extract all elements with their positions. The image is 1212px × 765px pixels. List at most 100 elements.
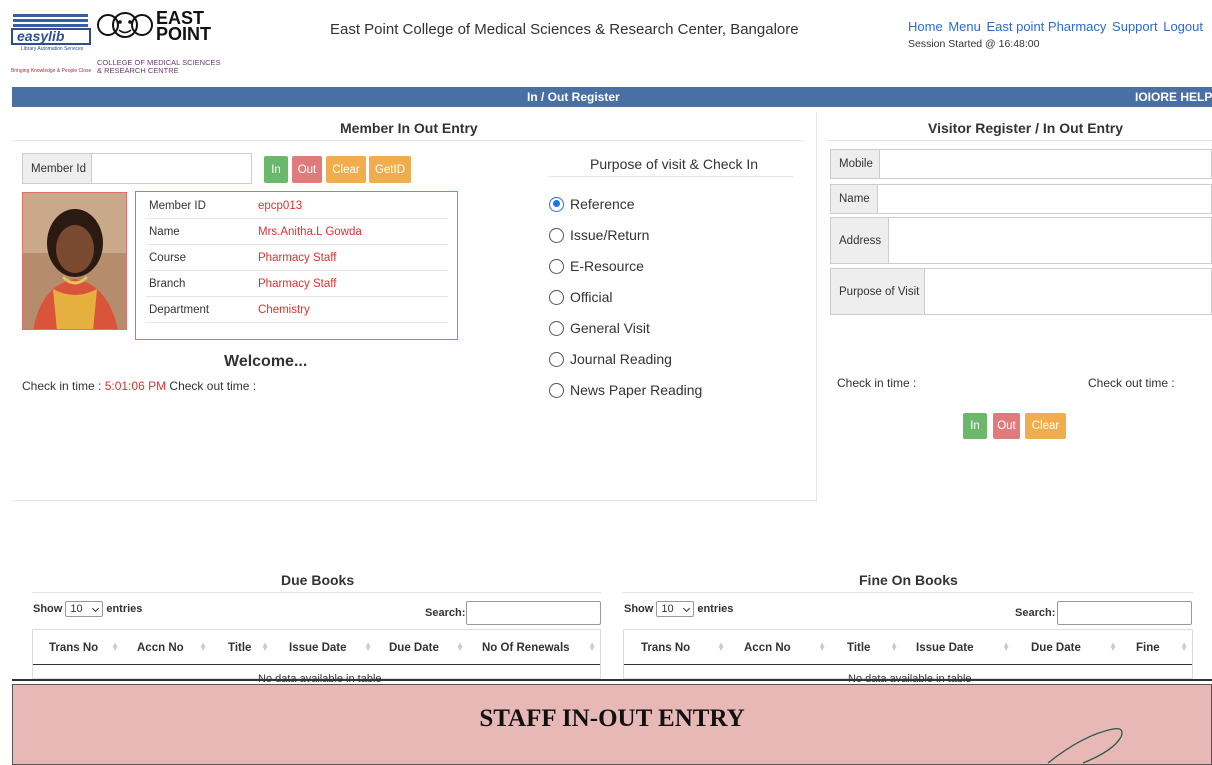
- purpose-option-e-resource[interactable]: E-Resource: [549, 256, 644, 276]
- divider: [12, 500, 816, 501]
- info-label: Course: [149, 252, 187, 264]
- col-header[interactable]: Due Date ▲ ▼: [376, 630, 468, 665]
- page-header: easylib Library Automation Services Brin…: [0, 0, 1212, 86]
- col-header[interactable]: Fine ▲ ▼: [1121, 630, 1192, 665]
- session-info: Session Started @ 16:48:00: [908, 38, 1040, 50]
- section-separator: [816, 112, 817, 502]
- nav-logout[interactable]: Logout: [1163, 19, 1203, 34]
- purpose-option-general-visit[interactable]: General Visit: [549, 318, 650, 338]
- visitor-mobile-input[interactable]: [879, 149, 1212, 179]
- col-header[interactable]: Trans No ▲ ▼: [624, 630, 729, 665]
- help-link[interactable]: IOIORE HELP: [1135, 90, 1212, 104]
- show-label: Show: [624, 603, 654, 615]
- member-id-input[interactable]: [91, 153, 252, 184]
- col-header[interactable]: Title ▲ ▼: [211, 630, 273, 665]
- info-label: Member ID: [149, 200, 206, 212]
- info-label: Department: [149, 304, 210, 316]
- radio-selected-icon[interactable]: [549, 196, 564, 212]
- info-row-name: Name Mrs.Anitha.L Gowda: [146, 219, 448, 245]
- sort-icon: ▲ ▼: [261, 640, 269, 653]
- col-header[interactable]: Issue Date ▲ ▼: [273, 630, 376, 665]
- nav-menu[interactable]: Menu: [948, 19, 981, 34]
- col-header[interactable]: Trans No ▲ ▼: [33, 630, 123, 665]
- col-header[interactable]: Due Date ▲ ▼: [1014, 630, 1121, 665]
- due-books-entries-select[interactable]: 10: [65, 601, 104, 617]
- purpose-label: Official: [570, 289, 613, 305]
- nav-home[interactable]: Home: [908, 19, 943, 34]
- purpose-option-journal-reading[interactable]: Journal Reading: [549, 349, 672, 369]
- info-row-course: Course Pharmacy Staff: [146, 245, 448, 271]
- due-books-search-input[interactable]: [466, 601, 601, 625]
- radio-icon[interactable]: [549, 258, 564, 274]
- visitor-in-button[interactable]: In: [963, 413, 987, 439]
- col-label: Trans No: [49, 641, 99, 654]
- visitor-checkin-label: Check in time :: [837, 376, 917, 390]
- member-getid-button[interactable]: GetID: [369, 156, 411, 183]
- visitor-section-title: Visitor Register / In Out Entry: [928, 120, 1124, 136]
- easylib-tagline: Bringing Knowledge & People Close: [11, 68, 92, 74]
- sort-icon: ▲ ▼: [364, 640, 372, 653]
- radio-icon[interactable]: [549, 289, 564, 305]
- eastpoint-college-name: COLLEGE OF MEDICAL SCIENCES & RESEARCH C…: [97, 59, 221, 75]
- col-header[interactable]: Accn No ▲ ▼: [729, 630, 830, 665]
- easylib-logo-text: easylib: [11, 28, 91, 45]
- visitor-purpose-textarea[interactable]: [924, 268, 1212, 315]
- fine-books-entries-select[interactable]: 10: [656, 601, 695, 617]
- fine-books-title: Fine On Books: [859, 572, 958, 588]
- purpose-option-official[interactable]: Official: [549, 287, 613, 307]
- member-clear-button[interactable]: Clear: [326, 156, 366, 183]
- member-in-button[interactable]: In: [264, 156, 288, 183]
- col-header[interactable]: Issue Date ▲ ▼: [902, 630, 1014, 665]
- col-label: Trans No: [641, 641, 691, 654]
- info-label: Name: [149, 226, 180, 238]
- purpose-option-reference[interactable]: Reference: [549, 194, 635, 214]
- top-nav: Home Menu East point Pharmacy Support Lo…: [908, 19, 1205, 34]
- radio-icon[interactable]: [549, 382, 564, 398]
- purpose-label: Journal Reading: [570, 351, 672, 367]
- sort-icon: ▲ ▼: [1109, 640, 1117, 653]
- sort-icon: ▲ ▼: [1002, 640, 1010, 653]
- radio-icon[interactable]: [549, 320, 564, 336]
- member-photo: [22, 192, 127, 330]
- col-label: Due Date: [1031, 641, 1081, 654]
- member-out-button[interactable]: Out: [292, 156, 322, 183]
- eastpoint-name-line2: POINT: [156, 24, 212, 44]
- sort-icon: ▲ ▼: [717, 640, 725, 653]
- sort-icon: ▲ ▼: [890, 640, 898, 653]
- divider: [32, 592, 601, 593]
- divider: [12, 140, 804, 141]
- radio-icon[interactable]: [549, 227, 564, 243]
- nav-eastpoint-pharmacy[interactable]: East point Pharmacy: [986, 19, 1106, 34]
- sort-icon: ▲ ▼: [818, 640, 826, 653]
- col-header[interactable]: Accn No ▲ ▼: [123, 630, 211, 665]
- fine-books-search-input[interactable]: [1057, 601, 1192, 625]
- member-id-label: Member Id: [22, 153, 92, 184]
- nav-support[interactable]: Support: [1112, 19, 1158, 34]
- due-books-title: Due Books: [281, 572, 355, 588]
- member-checkin-value: 5:01:06 PM: [104, 379, 167, 393]
- radio-icon[interactable]: [549, 351, 564, 367]
- col-label: Due Date: [389, 641, 439, 654]
- purpose-label: Issue/Return: [570, 227, 650, 243]
- banner-divider: [12, 679, 1212, 681]
- visitor-address-textarea[interactable]: [888, 217, 1212, 264]
- info-value: Mrs.Anitha.L Gowda: [258, 226, 362, 238]
- sort-icon: ▲ ▼: [456, 640, 464, 653]
- member-check-times: Check in time : 5:01:06 PM Check out tim…: [22, 379, 256, 393]
- purpose-title: Purpose of visit & Check In: [590, 156, 759, 172]
- purpose-label: General Visit: [570, 320, 650, 336]
- info-value: epcp013: [258, 200, 303, 212]
- visitor-out-button[interactable]: Out: [993, 413, 1020, 439]
- info-label: Branch: [149, 278, 186, 290]
- info-row-member-id: Member ID epcp013: [146, 193, 448, 219]
- eastpoint-logo: EAST POINT COLLEGE OF MEDICAL SCIENCES &…: [96, 8, 231, 80]
- visitor-name-input[interactable]: [877, 184, 1212, 214]
- col-header[interactable]: Title ▲ ▼: [830, 630, 902, 665]
- purpose-option-issue-return[interactable]: Issue/Return: [549, 225, 649, 245]
- visitor-checkout-label: Check out time :: [1088, 376, 1175, 390]
- col-header[interactable]: No Of Renewals ▲ ▼: [468, 630, 600, 665]
- purpose-label: E-Resource: [570, 258, 644, 274]
- purpose-option-news-paper-reading[interactable]: News Paper Reading: [549, 380, 702, 400]
- due-books-search-label: Search:: [425, 607, 466, 619]
- visitor-clear-button[interactable]: Clear: [1025, 413, 1066, 439]
